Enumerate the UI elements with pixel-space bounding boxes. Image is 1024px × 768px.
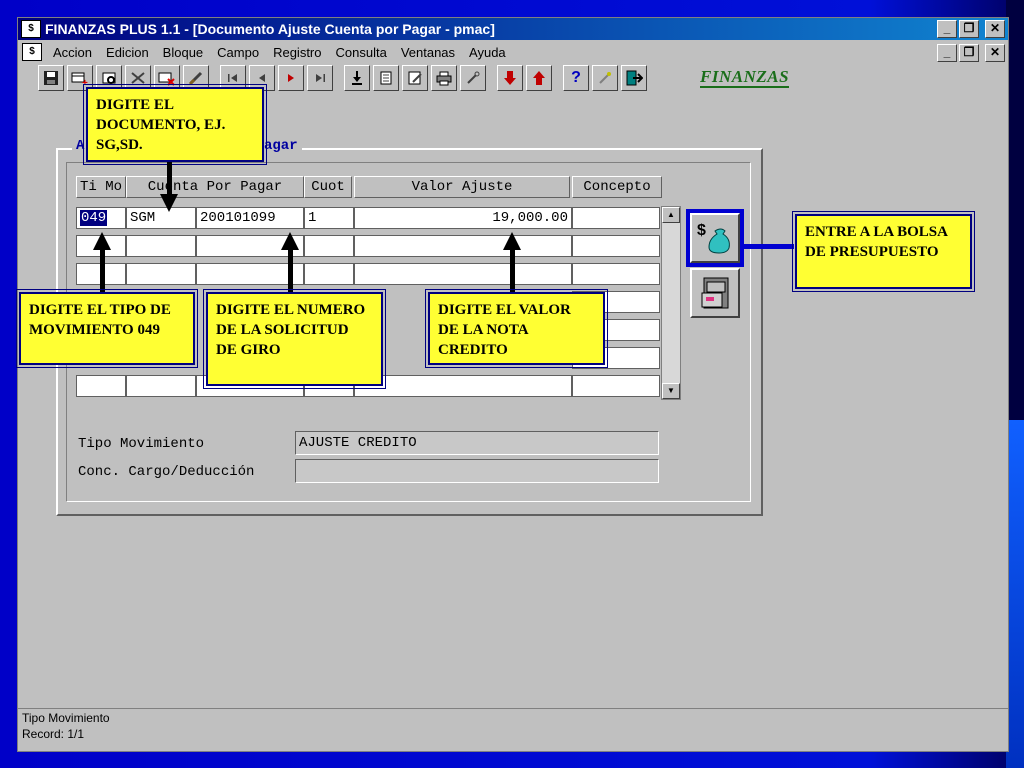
- doc-restore-button[interactable]: ❐: [959, 44, 979, 62]
- arrow-up-icon[interactable]: [526, 65, 552, 91]
- menu-registro[interactable]: Registro: [266, 45, 328, 60]
- cell-ti-mo-1[interactable]: 049: [76, 207, 126, 229]
- table-row-cell[interactable]: [126, 263, 196, 285]
- money-bag-icon: $: [697, 222, 730, 254]
- header-ti-mo: Ti Mo: [76, 176, 126, 198]
- edit-icon[interactable]: [402, 65, 428, 91]
- header-cuenta: Cuenta Por Pagar: [126, 176, 304, 198]
- table-row-cell[interactable]: [126, 375, 196, 397]
- header-cuot: Cuot: [304, 176, 352, 198]
- callout-documento: DIGITE EL DOCUMENTO, EJ. SG,SD.: [83, 84, 267, 165]
- menu-ayuda[interactable]: Ayuda: [462, 45, 513, 60]
- callout-bolsa: ENTRE A LA BOLSA DE PRESUPUESTO: [792, 211, 975, 292]
- arrow-documento: [167, 162, 172, 194]
- finanzas-logo: FINANZAS: [700, 67, 790, 88]
- exit-icon[interactable]: [621, 65, 647, 91]
- cell-valor-1[interactable]: 19,000.00: [354, 207, 572, 229]
- menu-edicion[interactable]: Edicion: [99, 45, 156, 60]
- table-row-cell[interactable]: [76, 375, 126, 397]
- table-row-cell[interactable]: [354, 375, 572, 397]
- scroll-down-button[interactable]: ▼: [662, 383, 680, 399]
- file-cabinet-icon: [701, 277, 729, 309]
- doc-minimize-button[interactable]: _: [937, 44, 957, 62]
- minimize-button[interactable]: _: [937, 20, 957, 38]
- tools-icon[interactable]: [460, 65, 486, 91]
- status-field-name: Tipo Movimiento: [22, 711, 110, 725]
- callout-tipo: DIGITE EL TIPO DE MOVIMIENTO 049: [16, 289, 198, 368]
- download-icon[interactable]: [344, 65, 370, 91]
- close-button[interactable]: ✕: [985, 20, 1005, 38]
- scroll-up-button[interactable]: ▲: [662, 207, 680, 223]
- menu-campo[interactable]: Campo: [210, 45, 266, 60]
- callout-valor: DIGITE EL VALOR DE LA NOTA CREDITO: [425, 289, 608, 368]
- status-record: Record: 1/1: [22, 727, 85, 741]
- bolsa-connector: [744, 244, 794, 249]
- arrow-valor: [510, 250, 515, 292]
- table-row-cell[interactable]: [572, 263, 660, 285]
- svg-text:$: $: [697, 222, 706, 239]
- table-row-cell[interactable]: [354, 263, 572, 285]
- cell-cuot-1[interactable]: 1: [304, 207, 354, 229]
- arrow-down-icon[interactable]: [497, 65, 523, 91]
- window-title: FINANZAS PLUS 1.1 - [Documento Ajuste Cu…: [45, 21, 495, 37]
- help-label: ?: [571, 69, 581, 86]
- table-row-cell[interactable]: [126, 235, 196, 257]
- cell-cuenta-num-1[interactable]: 200101099: [196, 207, 304, 229]
- arrow-numero-head: [281, 232, 299, 250]
- arrow-tipo: [100, 250, 105, 292]
- doc-close-button[interactable]: ✕: [985, 44, 1005, 62]
- arrow-tipo-head: [93, 232, 111, 250]
- svg-text:+: +: [82, 78, 88, 86]
- menu-bar: $ Accion Edicion Bloque Campo Registro C…: [18, 41, 1008, 63]
- printer-icon[interactable]: [431, 65, 457, 91]
- table-row-cell[interactable]: [304, 235, 354, 257]
- table-scrollbar[interactable]: ▲ ▼: [661, 206, 681, 400]
- header-valor: Valor Ajuste: [354, 176, 570, 198]
- app-icon: $: [21, 20, 41, 38]
- status-bar: Tipo Movimiento Record: 1/1: [18, 708, 1008, 751]
- bolsa-presupuesto-button[interactable]: $: [686, 209, 744, 267]
- menu-consulta[interactable]: Consulta: [329, 45, 394, 60]
- menu-accion[interactable]: Accion: [46, 45, 99, 60]
- arrow-valor-head: [503, 232, 521, 250]
- menu-bloque[interactable]: Bloque: [156, 45, 210, 60]
- arrow-documento-head: [160, 194, 178, 212]
- tipo-movimiento-label: Tipo Movimiento: [78, 436, 205, 452]
- table-row-cell[interactable]: [304, 263, 354, 285]
- menu-ventanas[interactable]: Ventanas: [394, 45, 462, 60]
- tipo-movimiento-field[interactable]: AJUSTE CREDITO: [295, 431, 659, 455]
- restore-button[interactable]: ❐: [959, 20, 979, 38]
- document-icon[interactable]: [373, 65, 399, 91]
- table-row-cell[interactable]: [572, 235, 660, 257]
- conc-cargo-field[interactable]: [295, 459, 659, 483]
- next-record-icon[interactable]: [278, 65, 304, 91]
- save-icon[interactable]: [38, 65, 64, 91]
- title-bar: $ FINANZAS PLUS 1.1 - [Documento Ajuste …: [18, 18, 1008, 40]
- doc-icon[interactable]: $: [22, 43, 42, 61]
- header-concepto: Concepto: [572, 176, 662, 198]
- conc-cargo-label: Conc. Cargo/Deducción: [78, 464, 255, 480]
- file-cabinet-button[interactable]: [690, 268, 740, 318]
- arrow-numero: [288, 250, 293, 292]
- block-title-right: agar: [260, 138, 302, 154]
- last-record-icon[interactable]: [307, 65, 333, 91]
- table-row-cell[interactable]: [572, 375, 660, 397]
- cell-concepto-1[interactable]: [572, 207, 660, 229]
- help-icon[interactable]: ?: [563, 65, 589, 91]
- callout-numero: DIGITE EL NUMERO DE LA SOLICITUD DE GIRO: [203, 289, 386, 389]
- table-row-cell[interactable]: [354, 235, 572, 257]
- wand-icon[interactable]: [592, 65, 618, 91]
- cell-ti-mo-1-value: 049: [80, 210, 108, 226]
